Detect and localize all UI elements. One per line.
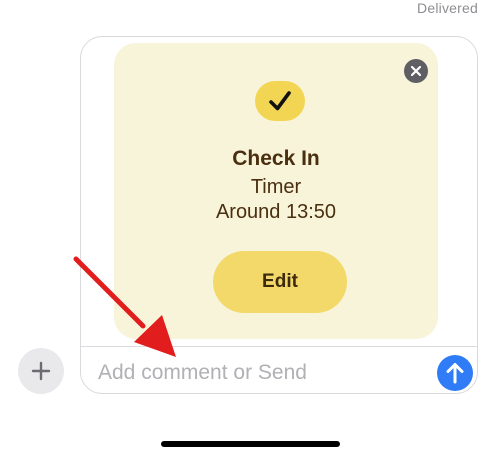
card-time-label: Around 13:50: [215, 201, 337, 223]
edit-button[interactable]: Edit: [213, 251, 347, 313]
check-in-card: Check In Timer Around 13:50 Edit: [114, 43, 438, 339]
add-attachment-button[interactable]: [18, 348, 64, 394]
compose-divider: [81, 346, 477, 347]
card-timer-label: Timer: [250, 176, 302, 198]
messages-screen: Delivered Check In Timer Around 13:50 Ed…: [0, 0, 500, 460]
close-icon: [410, 65, 422, 77]
comment-input[interactable]: [98, 359, 418, 387]
check-in-badge: [255, 81, 305, 121]
remove-card-button[interactable]: [404, 59, 428, 83]
home-indicator: [161, 441, 340, 447]
arrow-up-icon: [446, 363, 464, 384]
plus-icon: [31, 361, 51, 381]
compose-box: Check In Timer Around 13:50 Edit: [80, 36, 478, 394]
checkmark-icon: [269, 91, 291, 111]
send-button[interactable]: [437, 355, 473, 391]
card-title: Check In: [232, 147, 320, 170]
delivered-status: Delivered: [417, 0, 478, 16]
